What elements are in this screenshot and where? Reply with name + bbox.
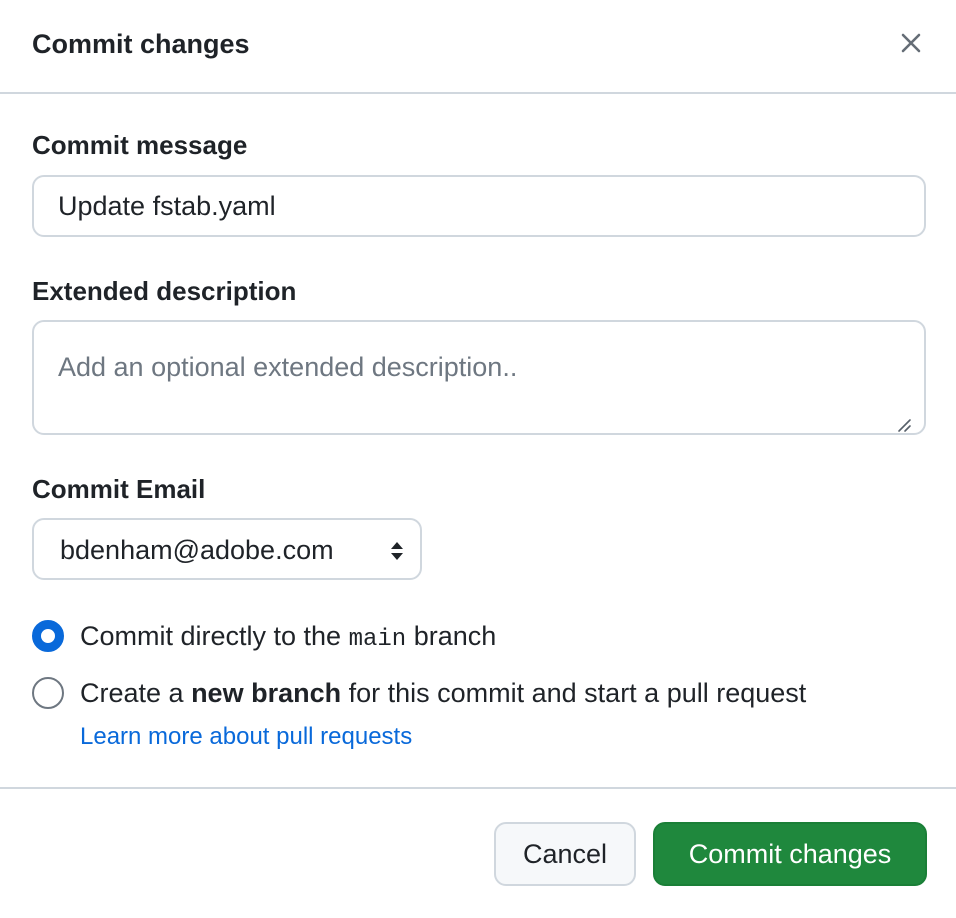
new-branch-label: Create a new branch for this commit and … xyxy=(80,676,806,710)
dialog-header: Commit changes xyxy=(0,0,956,94)
resize-handle-icon[interactable] xyxy=(896,417,912,433)
footer-divider xyxy=(0,787,956,789)
extended-description-label: Extended description xyxy=(32,276,297,306)
new-branch-radio[interactable] xyxy=(32,677,64,709)
commit-message-input[interactable] xyxy=(32,175,926,237)
new-branch-bold-text: new branch xyxy=(191,678,342,708)
extended-description-textarea[interactable] xyxy=(32,320,926,435)
new-branch-text-after: for this commit and start a pull request xyxy=(341,678,807,708)
cancel-button[interactable]: Cancel xyxy=(494,822,636,886)
commit-changes-button[interactable]: Commit changes xyxy=(653,822,927,886)
commit-dialog: Commit changes Commit message Extended d… xyxy=(0,0,956,918)
dialog-title: Commit changes xyxy=(32,29,250,59)
learn-more-link[interactable]: Learn more about pull requests xyxy=(80,722,412,752)
commit-direct-option[interactable]: Commit directly to the main branch xyxy=(32,619,552,653)
commit-direct-text-after: branch xyxy=(406,621,497,651)
new-branch-text-before: Create a xyxy=(80,678,192,708)
close-icon xyxy=(901,33,921,53)
commit-direct-text-before: Commit directly to the xyxy=(80,621,349,651)
commit-email-label: Commit Email xyxy=(32,474,206,504)
branch-name: main xyxy=(348,626,407,653)
close-button[interactable] xyxy=(891,23,931,63)
commit-direct-radio[interactable] xyxy=(32,620,64,652)
new-branch-option[interactable]: Create a new branch for this commit and … xyxy=(32,676,872,710)
commit-message-label: Commit message xyxy=(32,130,248,160)
commit-direct-label: Commit directly to the main branch xyxy=(80,619,496,657)
select-arrows-icon xyxy=(391,542,403,560)
commit-email-select[interactable]: bdenham@adobe.com xyxy=(32,518,422,580)
commit-email-value: bdenham@adobe.com xyxy=(60,535,334,565)
